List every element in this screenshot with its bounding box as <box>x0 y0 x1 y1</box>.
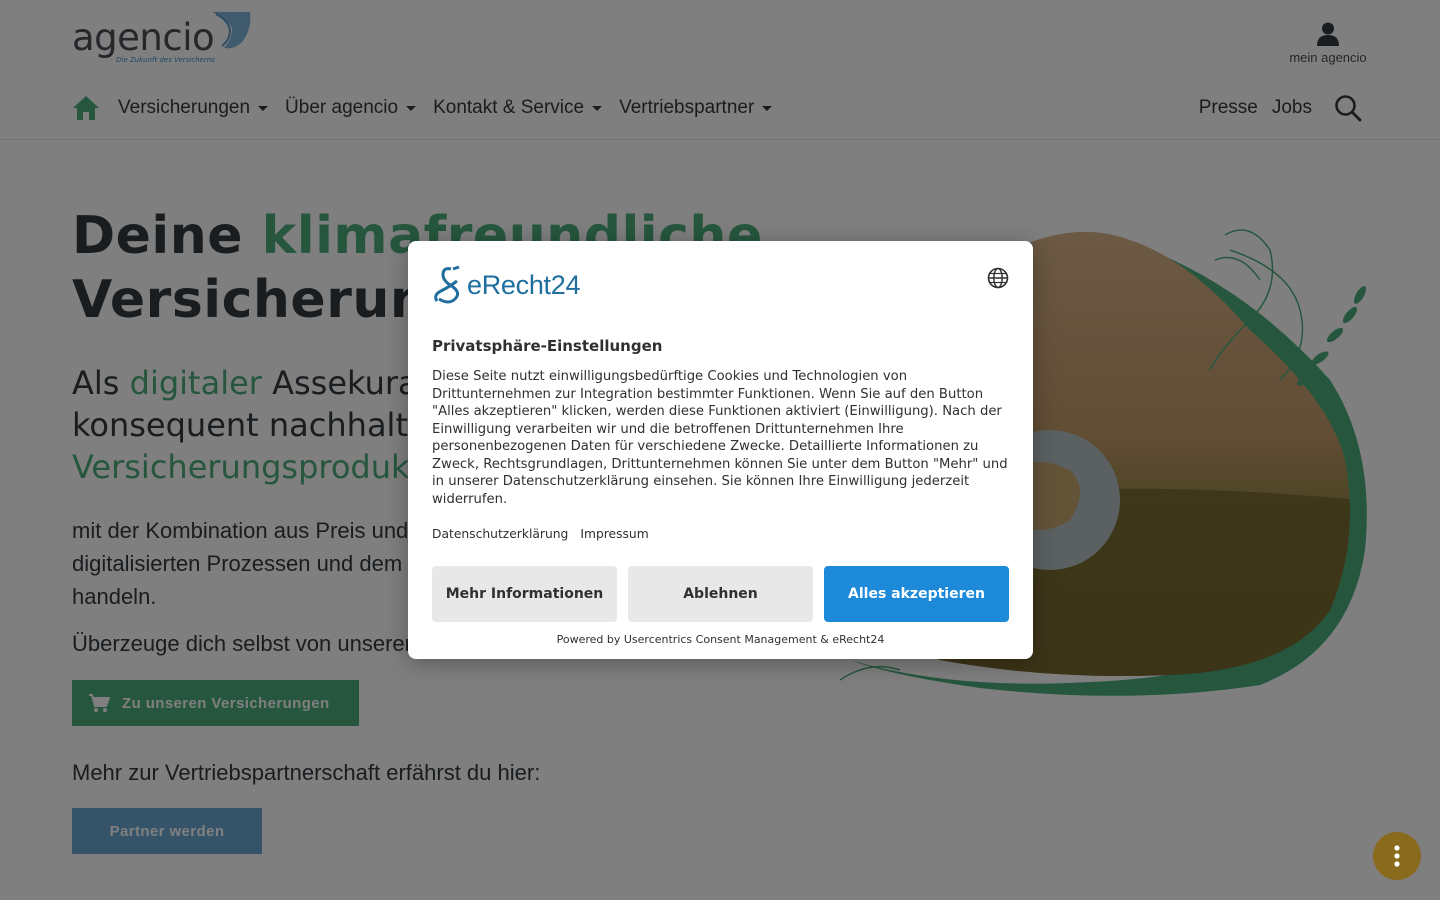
erecht24-logo-text: eRecht24 <box>467 269 581 300</box>
imprint-link[interactable]: Impressum <box>580 527 648 541</box>
consent-footer: Powered by Usercentrics Consent Manageme… <box>556 633 885 646</box>
erecht24-logo: eRecht24 <box>431 265 580 305</box>
privacy-policy-link[interactable]: Datenschutzerklärung <box>432 527 568 541</box>
consent-links: Datenschutzerklärung Impressum <box>432 527 661 541</box>
erecht24-logo-icon <box>434 265 460 304</box>
consent-description: Diese Seite nutzt einwilligungsbedürftig… <box>432 369 1008 507</box>
consent-title: Privatsphäre-Einstellungen <box>432 337 663 355</box>
more-options-button[interactable] <box>1373 832 1421 880</box>
deny-button[interactable]: Ablehnen <box>628 566 813 622</box>
more-vertical-icon <box>1394 845 1400 867</box>
accept-all-button[interactable]: Alles akzeptieren <box>824 566 1009 622</box>
consent-dialog: eRecht24 Privatsphäre-Einstellungen Dies… <box>408 241 1033 659</box>
globe-icon[interactable] <box>987 267 1009 289</box>
more-info-button[interactable]: Mehr Informationen <box>432 566 617 622</box>
